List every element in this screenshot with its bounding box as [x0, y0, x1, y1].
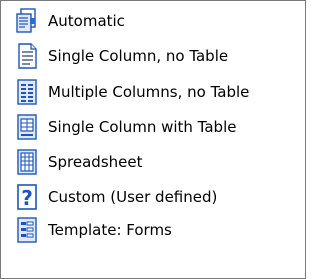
template-forms-icon	[15, 216, 39, 244]
menu-item-label: Spreadsheet	[48, 153, 143, 171]
menu-item-single-column-with-table[interactable]: Single Column with Table	[15, 112, 236, 142]
single-column-table-icon	[15, 113, 39, 141]
question-mark-icon: ?	[15, 183, 39, 211]
menu-item-label: Single Column with Table	[48, 118, 237, 136]
layout-options-menu: Automatic Single Column, no Table Multip…	[0, 0, 306, 279]
menu-item-multiple-columns-no-table[interactable]: Multiple Columns, no Table	[15, 77, 249, 107]
menu-item-custom-user-defined[interactable]: ? Custom (User defined)	[15, 182, 217, 212]
menu-item-label: Single Column, no Table	[48, 47, 229, 65]
menu-item-template-forms[interactable]: Template: Forms	[15, 215, 172, 245]
menu-item-label: Multiple Columns, no Table	[48, 83, 250, 101]
menu-item-label: Template: Forms	[48, 221, 172, 239]
spreadsheet-icon	[15, 148, 39, 176]
multiple-columns-doc-icon	[15, 78, 39, 106]
menu-item-automatic[interactable]: Automatic	[15, 6, 125, 36]
menu-item-label: Automatic	[48, 12, 125, 30]
single-column-doc-icon	[15, 42, 39, 70]
auto-layout-icon	[15, 7, 39, 35]
svg-text:?: ?	[21, 186, 33, 210]
menu-item-label: Custom (User defined)	[48, 188, 218, 206]
menu-item-single-column-no-table[interactable]: Single Column, no Table	[15, 41, 228, 71]
menu-item-spreadsheet[interactable]: Spreadsheet	[15, 147, 142, 177]
